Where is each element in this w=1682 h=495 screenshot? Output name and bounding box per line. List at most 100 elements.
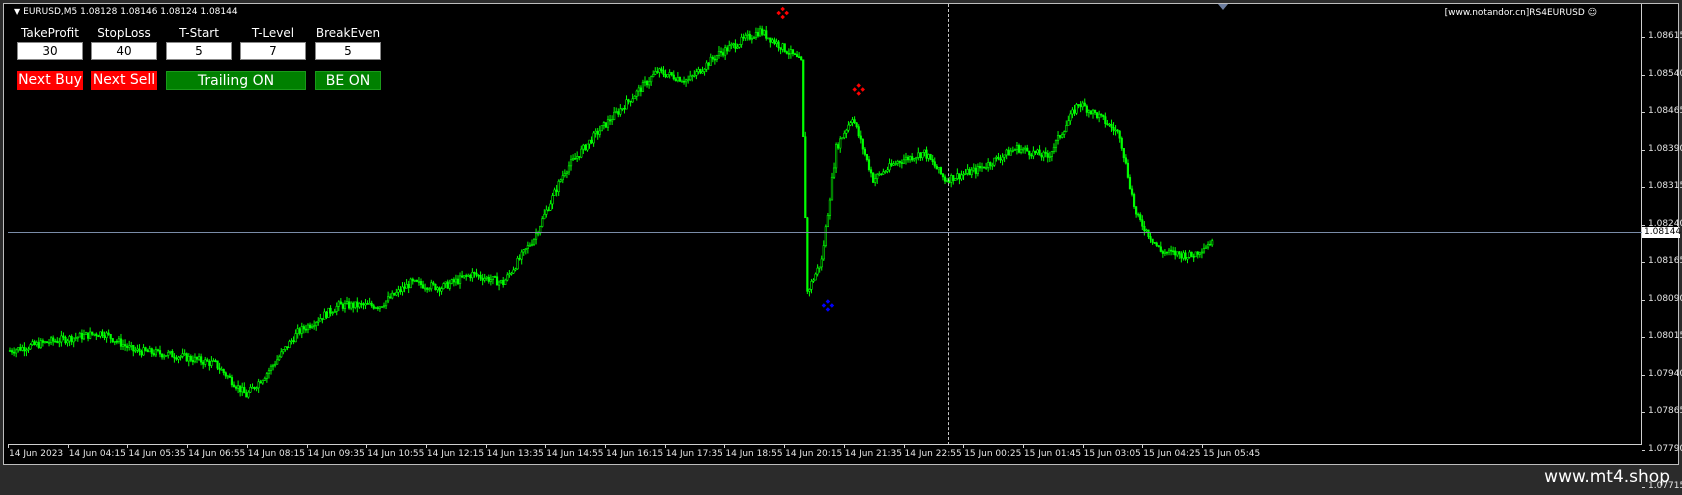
candle-body xyxy=(691,75,694,77)
trailing-button[interactable]: Trailing ON xyxy=(166,71,306,90)
candle-body xyxy=(415,279,418,282)
candle-body xyxy=(200,356,203,363)
candle-body xyxy=(294,333,297,343)
time-tick-label: 14 Jun 2023 xyxy=(9,449,64,459)
candle-body xyxy=(138,348,141,352)
time-tick-mark xyxy=(306,445,308,448)
candle-body xyxy=(1042,151,1045,158)
price-tick-label: 1.08015 xyxy=(1648,331,1682,341)
candle-body xyxy=(1188,251,1191,258)
candle-body xyxy=(290,340,293,342)
price-tick-label: 1.08090 xyxy=(1648,293,1682,304)
candle-body xyxy=(436,287,439,290)
candle-body xyxy=(216,360,219,369)
candle-body xyxy=(331,312,334,314)
candle-body xyxy=(80,332,84,340)
candle-body xyxy=(656,71,659,73)
candle-body xyxy=(859,135,862,140)
next-sell-button[interactable]: Next Sell xyxy=(91,71,157,90)
chart-window[interactable]: ▼ EURUSD,M5 1.08128 1.08146 1.08124 1.081… xyxy=(3,3,1682,491)
candle-body xyxy=(798,56,801,59)
candle-body xyxy=(393,292,396,296)
candle-body xyxy=(970,169,973,176)
candle-body xyxy=(1056,135,1060,141)
candle-body xyxy=(323,311,326,320)
candle-body xyxy=(1120,137,1123,149)
time-scale[interactable]: 14 Jun 2023 14 Jun 04:15 14 Jun 05:35 14 Ju… xyxy=(4,445,1642,465)
tstart-input[interactable]: 5 xyxy=(166,42,232,60)
chart-shift-marker[interactable] xyxy=(1218,4,1228,10)
candle-body xyxy=(1151,238,1154,243)
candle-body xyxy=(230,377,234,386)
candle-body xyxy=(500,280,503,283)
candle-body xyxy=(758,28,762,37)
candle-body xyxy=(1178,251,1181,255)
candle-body xyxy=(787,53,790,55)
candle-body xyxy=(479,274,482,279)
price-tick-mark xyxy=(1642,449,1645,451)
candle-body xyxy=(1009,150,1012,156)
candle-body xyxy=(919,152,922,159)
candle-body xyxy=(835,144,838,169)
candle-body xyxy=(109,334,112,339)
candle-body xyxy=(292,340,295,343)
candle-body xyxy=(378,306,382,309)
candle-body xyxy=(315,322,318,327)
candle-body xyxy=(74,337,77,339)
candle-body xyxy=(1180,253,1183,259)
candle-body xyxy=(898,160,901,163)
candle-body xyxy=(463,275,466,278)
takeprofit-input[interactable]: 30 xyxy=(17,42,83,60)
candle-body xyxy=(70,336,73,343)
next-buy-button[interactable]: Next Buy xyxy=(17,71,83,90)
candle-body xyxy=(633,95,636,100)
candle-body xyxy=(454,278,458,283)
candle-body xyxy=(750,38,753,40)
candle-body xyxy=(259,381,262,384)
candle-body xyxy=(713,58,716,61)
candle-body xyxy=(91,331,94,335)
candle-body xyxy=(582,144,585,150)
breakeven-input[interactable]: 5 xyxy=(315,42,381,60)
dropdown-triangle-icon[interactable]: ▼ xyxy=(14,7,20,16)
candle-body xyxy=(1108,123,1111,126)
price-tick-label: 1.07790 xyxy=(1648,443,1682,454)
candle-body xyxy=(670,72,673,76)
stoploss-input[interactable]: 40 xyxy=(91,42,157,60)
time-tick-mark xyxy=(1202,445,1203,448)
candle-body xyxy=(506,274,509,281)
time-tick-label: 14 Jun 16:15 xyxy=(606,449,664,459)
tlevel-input[interactable]: 7 xyxy=(240,42,306,60)
candle-body xyxy=(594,130,597,134)
candle-body xyxy=(41,340,44,343)
candle-body xyxy=(804,136,807,219)
be-button[interactable]: BE ON xyxy=(315,71,381,90)
candle-body xyxy=(1054,140,1058,148)
candle-body xyxy=(364,303,367,306)
candle-body xyxy=(278,356,281,361)
price-scale[interactable]: 1.08615 1.08540 1.08465 1.08390 1.08315 1.082… xyxy=(1642,4,1682,491)
candle-body xyxy=(952,175,955,181)
plot-area[interactable]: ▼ EURUSD,M5 1.08128 1.08146 1.08124 1.081… xyxy=(8,4,1642,445)
candle-body xyxy=(424,287,427,290)
candle-body xyxy=(58,341,61,344)
candle-body xyxy=(35,342,38,346)
candle-body xyxy=(613,111,616,120)
candle-body xyxy=(148,348,151,353)
candle-body xyxy=(1114,129,1117,132)
candle-body xyxy=(660,68,663,71)
candle-body xyxy=(160,353,164,358)
candle-body xyxy=(222,369,225,374)
candle-body xyxy=(775,41,778,44)
time-tick-mark xyxy=(366,445,368,448)
candle-body xyxy=(442,283,445,289)
candle-body xyxy=(372,305,375,309)
candle-body xyxy=(341,303,345,309)
candle-body xyxy=(419,281,423,286)
candle-body xyxy=(611,119,614,122)
candle-body xyxy=(543,214,546,220)
candle-body xyxy=(163,355,166,358)
candle-body xyxy=(754,32,758,38)
candle-body xyxy=(1149,236,1152,240)
candle-body xyxy=(345,301,349,304)
